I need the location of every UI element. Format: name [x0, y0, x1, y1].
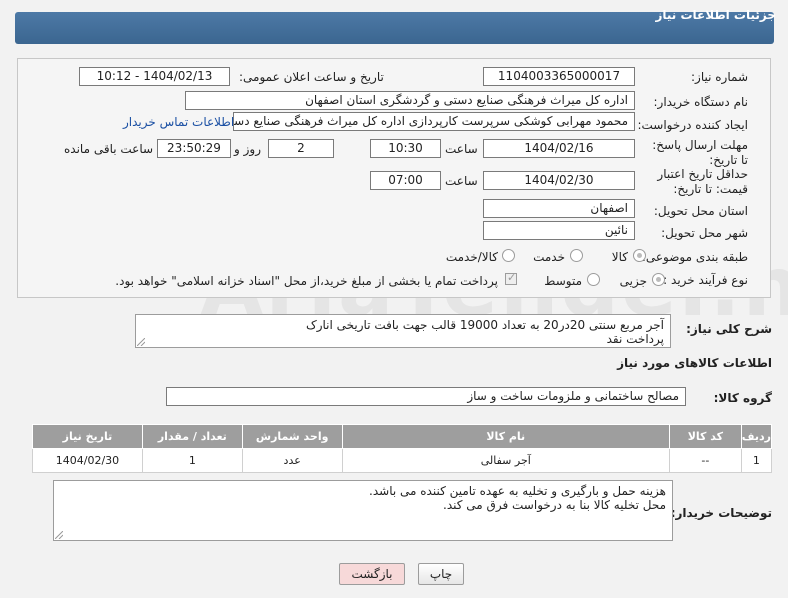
category-label: طبقه بندی موضوعی:: [641, 250, 748, 264]
days-label: روز و: [234, 142, 261, 156]
deadline-time-label: ساعت: [445, 142, 478, 156]
table-header-row: ردیف کد کالا نام کالا واحد شمارش تعداد /…: [32, 424, 773, 449]
need-number-label: شماره نیاز:: [691, 70, 748, 84]
print-button[interactable]: چاپ: [418, 563, 464, 585]
treasury-checkbox[interactable]: [505, 271, 517, 285]
back-button[interactable]: بازگشت: [339, 563, 405, 585]
page-title: جزئیات اطلاعات نیاز: [655, 8, 776, 22]
announce-label: تاریخ و ساعت اعلان عمومی:: [239, 70, 384, 84]
items-table: ردیف کد کالا نام کالا واحد شمارش تعداد /…: [32, 424, 773, 473]
province-label: استان محل تحویل:: [653, 204, 748, 218]
goods-section-title: اطلاعات کالاهای مورد نیاز: [617, 356, 772, 370]
deadline-time-field[interactable]: 10:30: [370, 139, 441, 158]
deadline-label: مهلت ارسال پاسخ: تا تاریخ:: [652, 138, 748, 167]
creator-field[interactable]: محمود مهرابی کوشکی سرپرست کارپردازی ادار…: [233, 112, 635, 131]
buyer-notes-textarea[interactable]: هزینه حمل و بارگیری و تخلیه به عهده تامی…: [53, 480, 673, 541]
validity-time-field[interactable]: 07:00: [370, 171, 441, 190]
category-radio-service[interactable]: [570, 249, 583, 262]
resize-grip-icon[interactable]: [55, 531, 63, 539]
process-option-partial: جزیی: [619, 274, 647, 288]
process-option-medium: متوسط: [544, 274, 582, 288]
validity-date-field[interactable]: 1404/02/30: [483, 171, 635, 190]
process-radio-partial[interactable]: [652, 273, 665, 286]
days-field[interactable]: 2: [268, 139, 334, 158]
cell-unit: عدد: [241, 448, 343, 473]
category-option-goods: کالا: [611, 250, 628, 264]
col-header-date: تاریخ نیاز: [32, 424, 143, 449]
creator-label: ایجاد کننده درخواست:: [637, 118, 748, 132]
col-header-qty: تعداد / مقدار: [141, 424, 243, 449]
col-header-name: نام کالا: [341, 424, 670, 449]
validity-time-label: ساعت: [445, 174, 478, 188]
city-field[interactable]: نائین: [483, 221, 635, 240]
category-radio-both[interactable]: [502, 249, 515, 262]
description-line-1: آجر مربع سنتی 20در20 به تعداد 19000 قالب…: [305, 318, 664, 332]
table-row[interactable]: 1 -- آجر سفالی عدد 1 1404/02/30: [32, 448, 773, 473]
buyer-notes-line-2: محل تخلیه کالا بنا به درخواست فرق می کند…: [443, 498, 666, 512]
buyer-label: نام دستگاه خریدار:: [653, 95, 749, 109]
goods-group-field[interactable]: مصالح ساختمانی و ملزومات ساخت و ساز: [166, 387, 686, 406]
validity-label: حداقل تاریخ اعتبار قیمت: تا تاریخ:: [657, 167, 748, 196]
deadline-date-field[interactable]: 1404/02/16: [483, 139, 635, 158]
process-label: نوع فرآیند خرید :: [663, 273, 748, 287]
province-field[interactable]: اصفهان: [483, 199, 635, 218]
category-option-both: کالا/خدمت: [445, 250, 498, 264]
buyer-notes-line-1: هزینه حمل و بارگیری و تخلیه به عهده تامی…: [369, 484, 666, 498]
col-header-unit: واحد شمارش: [241, 424, 343, 449]
remaining-label: ساعت باقی مانده: [64, 142, 154, 156]
buyer-field[interactable]: اداره کل میراث فرهنگی صنایع دستی و گردشگ…: [185, 91, 635, 110]
buyer-notes-label: توضیحات خریدار:: [670, 506, 772, 520]
city-label: شهر محل تحویل:: [661, 226, 748, 240]
col-header-row: ردیف: [740, 424, 773, 449]
resize-grip-icon[interactable]: [137, 338, 145, 346]
goods-group-label: گروه کالا:: [713, 391, 772, 405]
col-header-code: کد کالا: [668, 424, 742, 449]
cell-code: --: [668, 448, 742, 473]
cell-date: 1404/02/30: [32, 448, 143, 473]
cell-name: آجر سفالی: [341, 448, 670, 473]
remaining-time-field[interactable]: 23:50:29: [157, 139, 231, 158]
category-radio-goods[interactable]: [633, 249, 646, 262]
category-option-service: خدمت: [533, 250, 565, 264]
process-radio-medium[interactable]: [587, 273, 600, 286]
need-number-field[interactable]: 1104003365000017: [483, 67, 635, 86]
description-label: شرح کلی نیاز:: [686, 322, 772, 336]
description-line-2: پرداخت نقد: [606, 332, 664, 346]
contact-buyer-link[interactable]: اطلاعات تماس خریدار: [123, 115, 234, 129]
payment-note: پرداخت تمام یا بخشی از مبلغ خرید،از محل …: [115, 274, 498, 288]
cell-row: 1: [740, 448, 773, 473]
announce-field[interactable]: 1404/02/13 - 10:12: [79, 67, 230, 86]
description-textarea[interactable]: آجر مربع سنتی 20در20 به تعداد 19000 قالب…: [135, 314, 671, 348]
cell-qty: 1: [141, 448, 243, 473]
